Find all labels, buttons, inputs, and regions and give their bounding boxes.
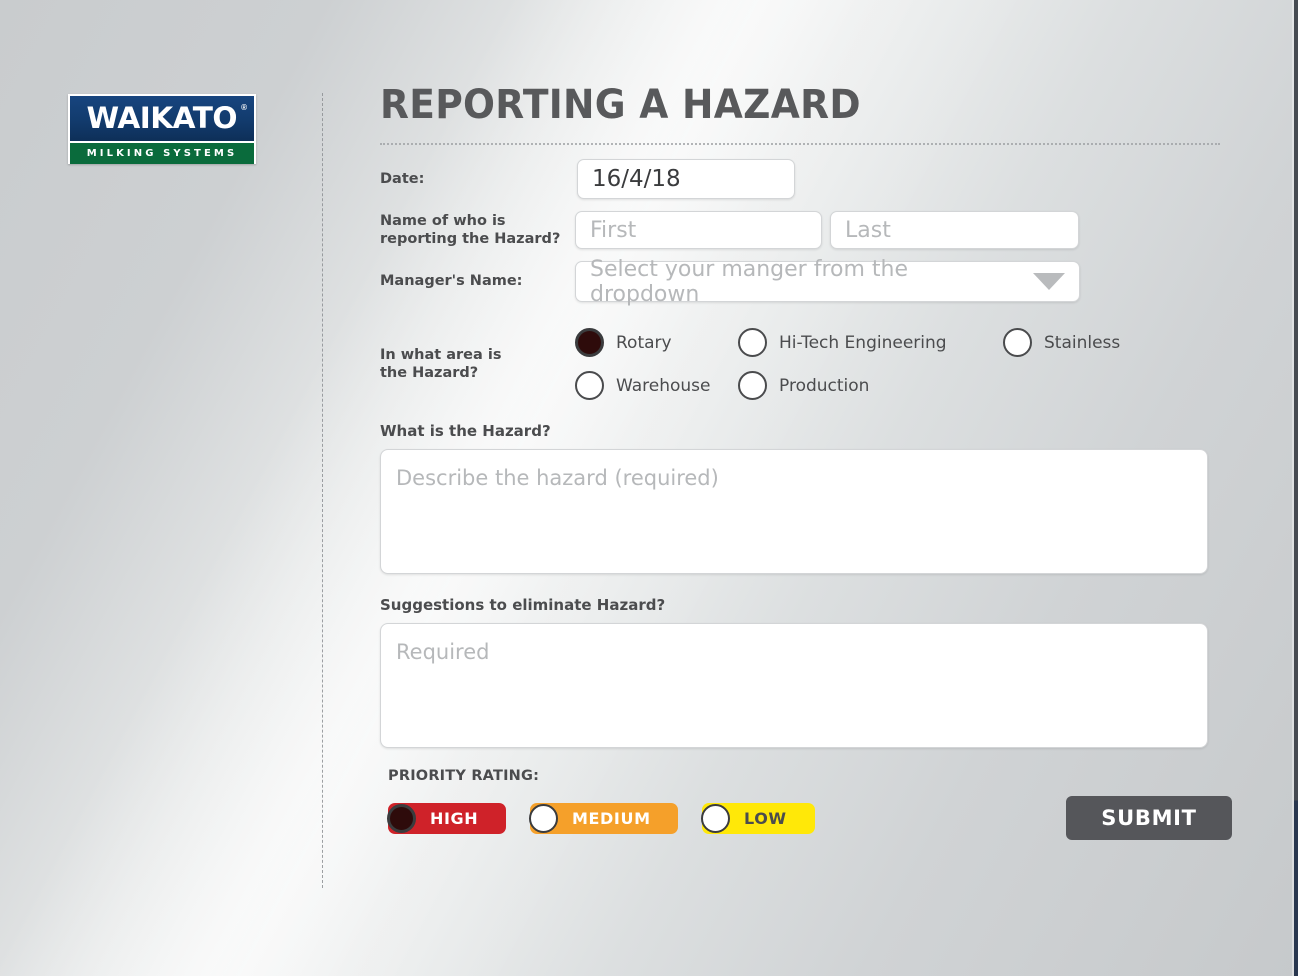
suggestion-textarea[interactable]: Required — [380, 623, 1208, 748]
priority-high-label: HIGH — [430, 809, 478, 828]
radio-warehouse-label: Warehouse — [616, 376, 710, 396]
hazard-area-row: In what area is the Hazard? Rotary Hi-Te… — [380, 328, 1220, 400]
radio-option-warehouse[interactable]: Warehouse — [575, 371, 738, 400]
radio-hi-tech-engineering-icon[interactable] — [738, 328, 767, 357]
form-panel: REPORTING A HAZARD Date: 16/4/18 Name of… — [380, 84, 1220, 840]
hazard-area-label-line1: In what area is — [380, 346, 575, 364]
logo-wordmark-panel: WAIKATO ® — [70, 96, 254, 141]
radio-option-hi-tech-engineering[interactable]: Hi-Tech Engineering — [738, 328, 1003, 357]
reporter-name-row: Name of who is reporting the Hazard? Fir… — [380, 211, 1220, 249]
registered-trademark-icon: ® — [241, 103, 247, 112]
priority-option-medium[interactable]: MEDIUM — [530, 803, 678, 834]
hazard-area-label-line2: the Hazard? — [380, 364, 575, 382]
radio-priority-low-icon[interactable] — [701, 804, 730, 833]
hazard-area-label: In what area is the Hazard? — [380, 346, 575, 382]
logo-tagline-panel: MILKING SYSTEMS — [70, 143, 254, 164]
radio-production-label: Production — [779, 376, 869, 396]
chevron-down-icon — [1033, 273, 1065, 290]
reporter-name-label: Name of who is reporting the Hazard? — [380, 212, 575, 248]
radio-option-stainless[interactable]: Stainless — [1003, 328, 1163, 357]
vertical-divider — [322, 93, 323, 888]
title-divider — [380, 143, 1220, 145]
radio-option-rotary[interactable]: Rotary — [575, 328, 738, 357]
hazard-report-page: WAIKATO ® MILKING SYSTEMS REPORTING A HA… — [0, 0, 1298, 976]
hazard-area-options: Rotary Hi-Tech Engineering Stainless War… — [575, 328, 1220, 400]
page-title: REPORTING A HAZARD — [380, 84, 1170, 126]
radio-rotary-icon[interactable] — [575, 328, 604, 357]
right-edge-highlight — [1292, 0, 1294, 976]
first-name-input[interactable]: First — [575, 211, 822, 249]
priority-medium-label: MEDIUM — [572, 809, 651, 828]
radio-priority-high-icon[interactable] — [387, 804, 416, 833]
priority-rating-label: PRIORITY RATING: — [388, 768, 1220, 784]
manager-label: Manager's Name: — [380, 272, 575, 290]
radio-option-production[interactable]: Production — [738, 371, 1003, 400]
suggestion-label: Suggestions to eliminate Hazard? — [380, 596, 1220, 614]
hazard-area-options-row-1: Rotary Hi-Tech Engineering Stainless — [575, 328, 1220, 357]
radio-hi-tech-engineering-label: Hi-Tech Engineering — [779, 333, 947, 353]
last-name-input[interactable]: Last — [830, 211, 1079, 249]
reporter-name-label-line2: reporting the Hazard? — [380, 230, 575, 248]
radio-priority-medium-icon[interactable] — [529, 804, 558, 833]
manager-row: Manager's Name: Select your manger from … — [380, 261, 1220, 302]
radio-stainless-label: Stainless — [1044, 333, 1120, 353]
priority-option-high[interactable]: HIGH — [388, 803, 506, 834]
radio-rotary-label: Rotary — [616, 333, 672, 353]
hazard-area-options-row-2: Warehouse Production — [575, 371, 1220, 400]
manager-select-value: Select your manger from the dropdown — [590, 257, 1023, 307]
radio-production-icon[interactable] — [738, 371, 767, 400]
radio-stainless-icon[interactable] — [1003, 328, 1032, 357]
logo-wordmark: WAIKATO — [87, 104, 237, 133]
priority-and-submit-row: HIGH MEDIUM LOW SUBMIT — [380, 796, 1220, 840]
waikato-logo: WAIKATO ® MILKING SYSTEMS — [68, 94, 256, 164]
reporter-name-label-line1: Name of who is — [380, 212, 575, 230]
priority-low-label: LOW — [744, 809, 787, 828]
manager-select[interactable]: Select your manger from the dropdown — [575, 261, 1080, 302]
radio-warehouse-icon[interactable] — [575, 371, 604, 400]
hazard-description-label: What is the Hazard? — [380, 422, 1220, 440]
date-input[interactable]: 16/4/18 — [577, 159, 795, 199]
priority-rating-options: HIGH MEDIUM LOW — [388, 803, 839, 834]
date-row: Date: 16/4/18 — [380, 159, 1220, 199]
priority-option-low[interactable]: LOW — [702, 803, 815, 834]
right-edge-strip — [1294, 0, 1298, 976]
hazard-description-textarea[interactable]: Describe the hazard (required) — [380, 449, 1208, 574]
submit-button[interactable]: SUBMIT — [1066, 796, 1232, 840]
date-label: Date: — [380, 170, 575, 188]
logo-tagline: MILKING SYSTEMS — [87, 148, 238, 159]
